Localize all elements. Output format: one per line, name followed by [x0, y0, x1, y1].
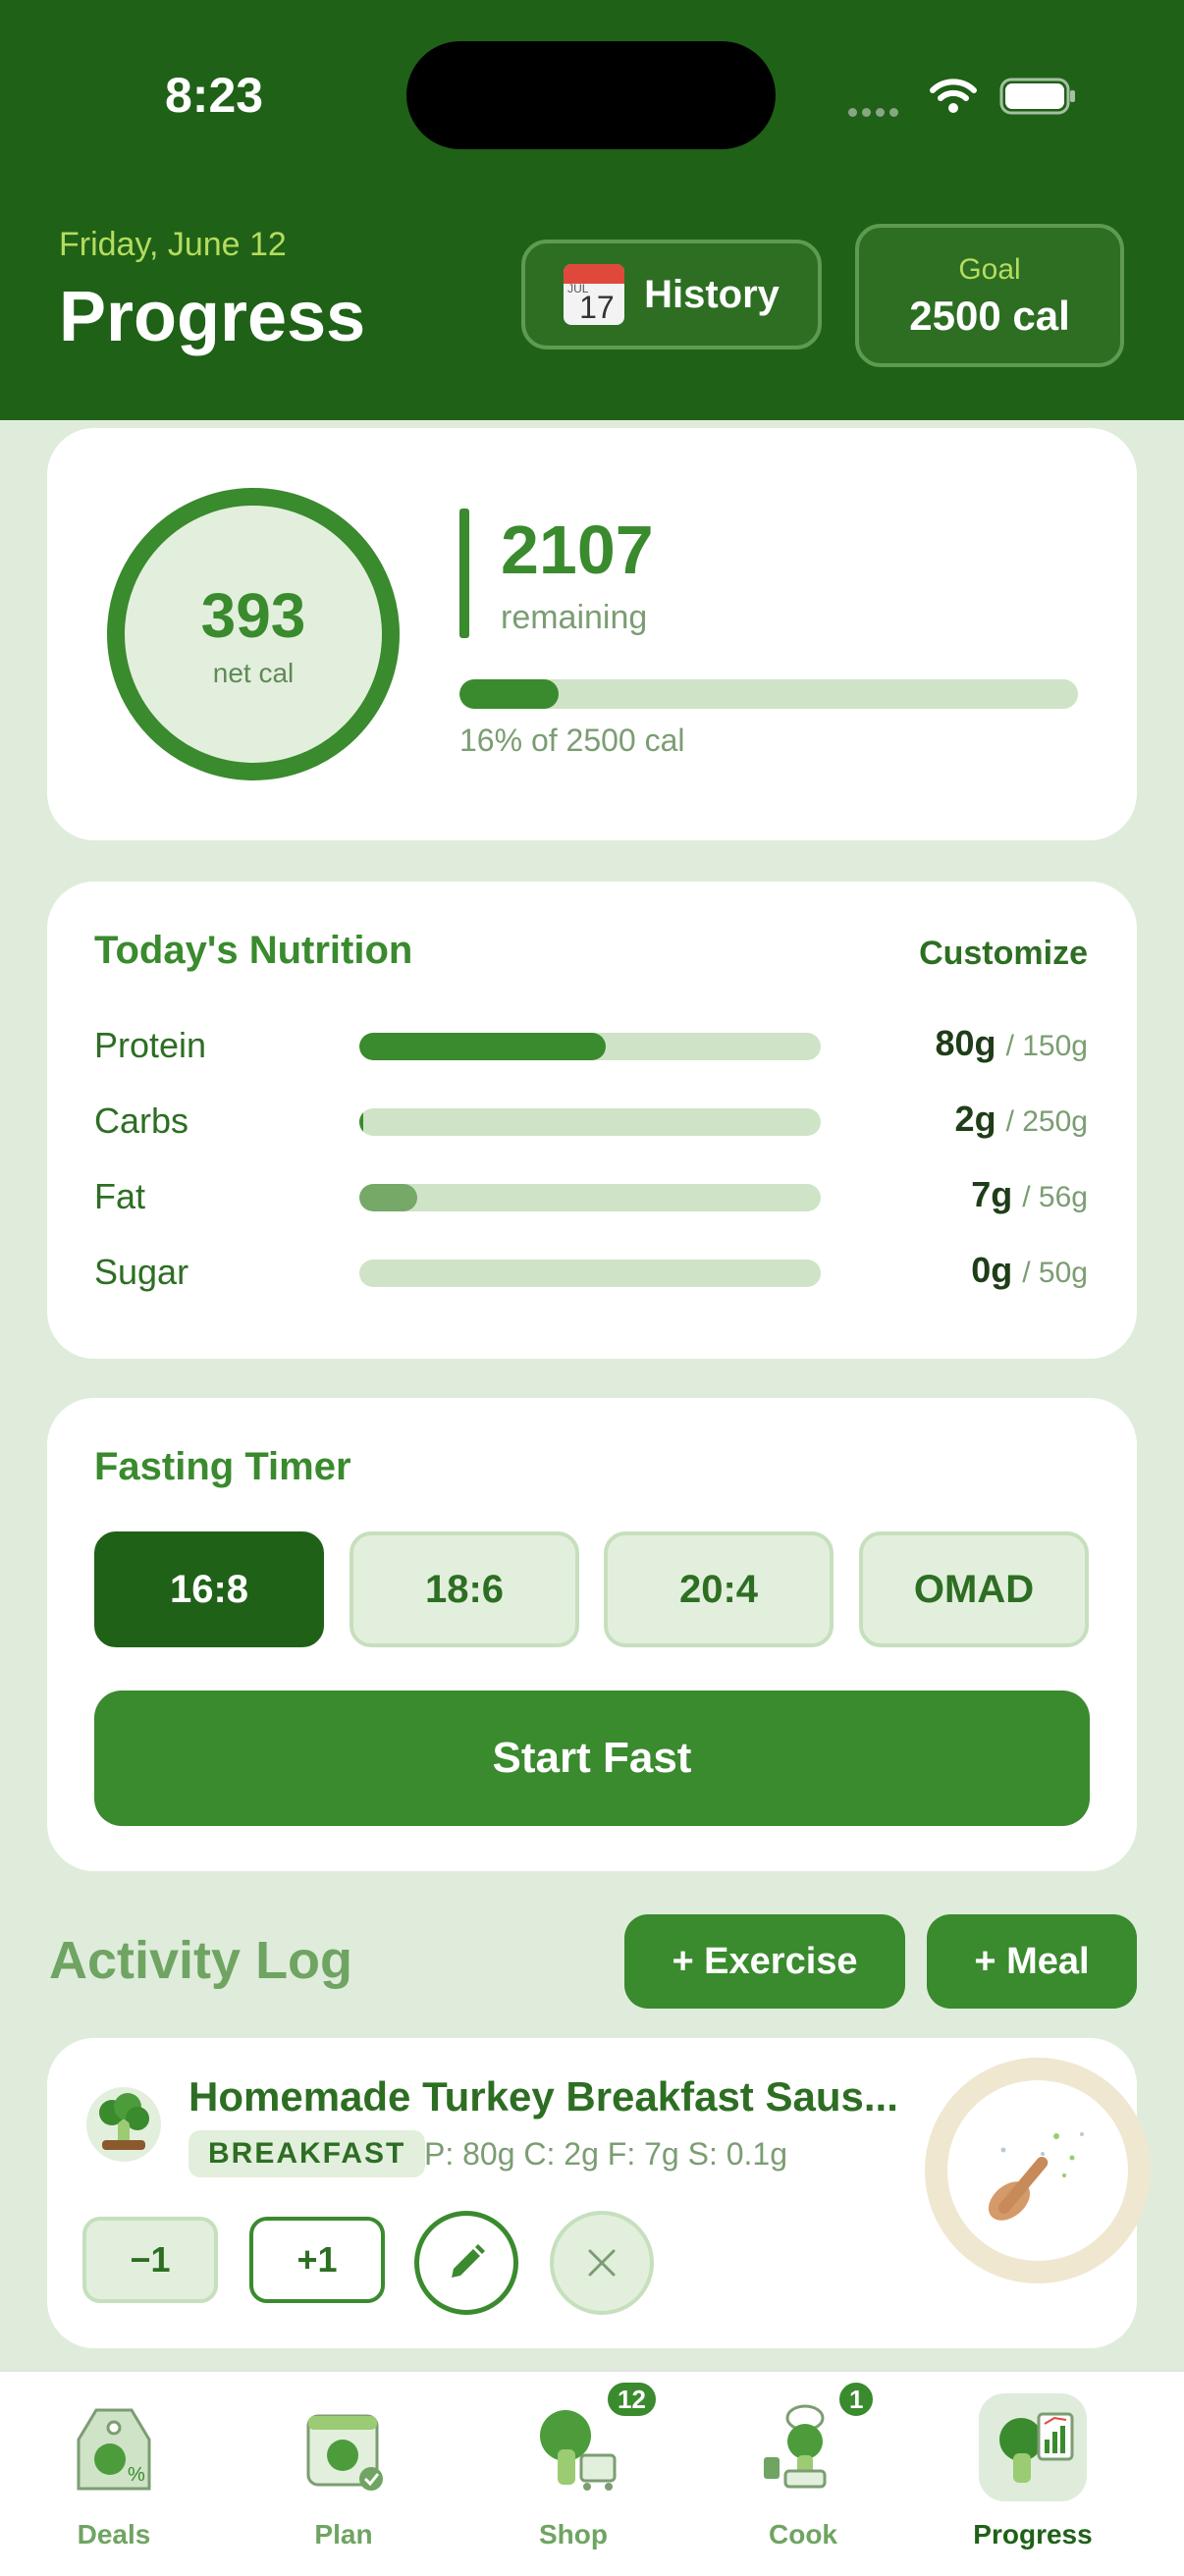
shop-badge: 12 [605, 2380, 659, 2419]
tab-deals[interactable]: % Deals [35, 2386, 192, 2562]
add-exercise-button[interactable]: + Exercise [624, 1914, 905, 2009]
delete-button[interactable] [550, 2211, 654, 2315]
nutrient-value: 0g / 50g [971, 1250, 1088, 1290]
tab-plan[interactable]: Plan [265, 2386, 422, 2562]
start-fast-button[interactable]: Start Fast [94, 1690, 1090, 1826]
increment-button[interactable]: +1 [249, 2217, 385, 2303]
net-cal-value: 393 [200, 580, 306, 651]
goal-value: 2500 cal [909, 293, 1070, 339]
nutrient-bar-fill [359, 1184, 417, 1211]
decrement-button[interactable]: −1 [82, 2217, 218, 2303]
goal-button[interactable]: Goal 2500 cal [855, 224, 1124, 367]
history-label: History [644, 272, 780, 316]
broccoli-meal-icon [86, 2087, 161, 2162]
pencil-icon [452, 2244, 485, 2278]
customize-button[interactable]: Customize [919, 935, 1088, 973]
fasting-title: Fasting Timer [94, 1445, 351, 1488]
entry-macros: P: 80g C: 2g F: 7g S: 0.1g [424, 2136, 787, 2172]
nutrition-row-sugar: Sugar 0g / 50g [94, 1246, 1088, 1301]
meal-type-badge: BREAKFAST [188, 2130, 426, 2177]
nutrition-row-carbs: Carbs 2g / 250g [94, 1095, 1088, 1150]
status-time: 8:23 [165, 68, 264, 123]
add-meal-button[interactable]: + Meal [927, 1914, 1137, 2009]
tab-label: Cook [769, 2519, 837, 2549]
tab-label: Plan [314, 2519, 373, 2549]
fasting-option-omad[interactable]: OMAD [859, 1531, 1089, 1647]
remaining-value: 2107 [501, 511, 654, 588]
nutrient-bar [359, 1033, 821, 1060]
calendar-icon: JUL 17 [564, 264, 625, 325]
header-date: Friday, June 12 [59, 226, 287, 263]
tab-label: Progress [973, 2519, 1093, 2549]
nutrient-value: 7g / 56g [971, 1174, 1088, 1214]
spoon-icon [988, 2132, 1084, 2221]
remaining-label: remaining [501, 599, 648, 636]
activity-log-title: Activity Log [49, 1931, 353, 1990]
nutrition-row-fat: Fat 7g / 56g [94, 1170, 1088, 1225]
fasting-option-18-6[interactable]: 18:6 [350, 1531, 579, 1647]
edit-button[interactable] [414, 2211, 518, 2315]
plan-calendar-icon [290, 2393, 398, 2501]
nutrient-name: Fat [94, 1176, 146, 1216]
close-icon [588, 2249, 616, 2277]
fasting-option-16-8[interactable]: 16:8 [94, 1531, 324, 1647]
nutrient-bar-fill [359, 1108, 363, 1136]
calorie-progress-bar [459, 679, 1078, 709]
tab-label: Shop [539, 2519, 608, 2549]
nutrient-bar [359, 1108, 821, 1136]
goal-label: Goal [958, 253, 1021, 286]
dynamic-island [406, 41, 776, 149]
calorie-progress-fill [459, 679, 559, 709]
entry-name: Homemade Turkey Breakfast Saus... [188, 2073, 898, 2120]
nutrient-name: Sugar [94, 1252, 189, 1292]
nutrient-value: 2g / 250g [954, 1099, 1088, 1139]
nutrition-title: Today's Nutrition [94, 929, 413, 972]
svg-text:%: % [128, 2464, 145, 2486]
nutrient-value: 80g / 150g [935, 1023, 1088, 1063]
nutrition-row-protein: Protein 80g / 150g [94, 1019, 1088, 1074]
history-button[interactable]: JUL 17 History [521, 240, 822, 349]
nutrient-name: Carbs [94, 1100, 189, 1141]
floating-action-button[interactable] [925, 2058, 1151, 2283]
tab-label: Deals [77, 2519, 151, 2549]
nutrient-bar [359, 1260, 821, 1287]
nutrient-name: Protein [94, 1025, 207, 1065]
remaining-accent [459, 509, 469, 638]
nutrient-bar-fill [359, 1033, 606, 1060]
deals-tag-icon: % [60, 2393, 168, 2501]
tab-progress[interactable]: Progress [954, 2386, 1111, 2562]
net-cal-label: net cal [212, 658, 295, 688]
battery-icon [999, 78, 1075, 115]
fasting-option-20-4[interactable]: 20:4 [604, 1531, 834, 1647]
wifi-icon [930, 79, 977, 113]
cook-badge: 1 [836, 2380, 877, 2419]
cellular-signal-icon [848, 104, 903, 122]
page-title: Progress [59, 278, 366, 356]
tab-cook[interactable]: 1 Cook [725, 2380, 882, 2562]
tab-shop[interactable]: 12 Shop [495, 2380, 659, 2562]
calorie-percent-label: 16% of 2500 cal [459, 723, 685, 758]
nutrient-bar [359, 1184, 821, 1211]
progress-chart-icon [979, 2393, 1087, 2501]
